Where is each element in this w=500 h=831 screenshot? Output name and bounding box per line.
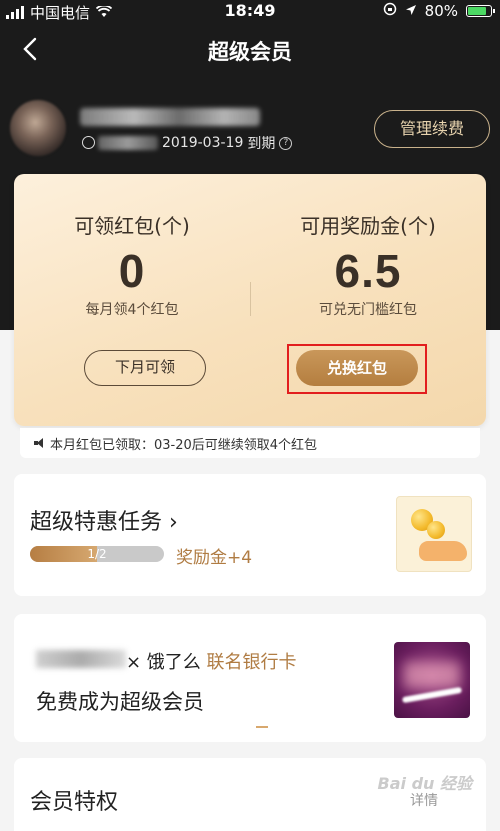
watermark-logo: Bai du 经验 xyxy=(377,774,472,793)
task-title: 超级特惠任务 › xyxy=(30,510,178,535)
task-reward: 奖励金+4 xyxy=(176,548,253,568)
status-bar: 中国电信 18:49 80% xyxy=(0,0,500,22)
bonus-subtitle: 可兑无门槛红包 xyxy=(319,302,417,318)
bonus-amount: 6.5 xyxy=(334,245,402,297)
rotation-lock-icon xyxy=(383,2,397,20)
page-title: 超级会员 xyxy=(208,40,292,64)
bank-underline xyxy=(256,726,268,728)
expire-date: 2019-03-19 xyxy=(162,135,244,151)
bank-promo-subtitle: 免费成为超级会员 xyxy=(36,690,204,714)
bonus-title: 可用奖励金(个) xyxy=(300,214,436,238)
next-month-button[interactable]: 下月可领 xyxy=(84,350,206,386)
location-icon xyxy=(405,2,417,20)
privileges-section: 会员特权 详情 xyxy=(14,758,486,831)
progress-label: 1/2 xyxy=(87,547,107,561)
highlight-box xyxy=(287,344,427,394)
expire-suffix: 到期 xyxy=(247,136,276,152)
expire-info: 2019-03-19 到期 ? xyxy=(162,133,293,153)
avatar[interactable] xyxy=(10,100,66,156)
bonus-column: 可用奖励金(个) 6.5 可兑无门槛红包 xyxy=(250,210,486,319)
username-redacted xyxy=(80,108,260,126)
notice-text: 本月红包已领取：03-20后可继续领取4个红包 xyxy=(50,437,318,453)
privileges-title: 会员特权 xyxy=(30,790,119,815)
red-packet-subtitle: 每月领4个红包 xyxy=(85,302,179,318)
account-redacted xyxy=(98,136,158,150)
profile-section: 2019-03-19 到期 ? 管理续费 xyxy=(10,100,490,160)
question-icon[interactable]: ? xyxy=(279,136,293,150)
notice-bar: 本月红包已领取：03-20后可继续领取4个红包 xyxy=(20,428,480,458)
red-packet-title: 可领红包(个) xyxy=(74,214,190,238)
red-packet-count: 0 xyxy=(118,245,146,297)
bank-name-redacted xyxy=(36,650,126,668)
battery-icon xyxy=(466,5,495,17)
navigation-bar: 超级会员 xyxy=(0,28,500,72)
red-packet-column: 可领红包(个) 0 每月领4个红包 xyxy=(14,210,250,319)
task-card[interactable]: 超级特惠任务 › 1/2 奖励金+4 xyxy=(14,474,486,596)
vip-icon xyxy=(82,136,95,149)
coin-hand-icon xyxy=(396,496,472,572)
bank-card-image xyxy=(394,642,470,718)
task-progress-bar: 1/2 xyxy=(30,546,164,562)
speaker-icon xyxy=(34,438,46,448)
bank-promo-title: × 饿了么 联名银行卡 xyxy=(126,652,297,673)
benefits-card: 可领红包(个) 0 每月领4个红包 可用奖励金(个) 6.5 可兑无门槛红包 下… xyxy=(14,174,486,426)
bank-card-promo[interactable]: × 饿了么 联名银行卡 免费成为超级会员 xyxy=(14,614,486,742)
manage-renewal-button[interactable]: 管理续费 xyxy=(374,110,490,148)
battery-percent: 80% xyxy=(424,2,458,20)
